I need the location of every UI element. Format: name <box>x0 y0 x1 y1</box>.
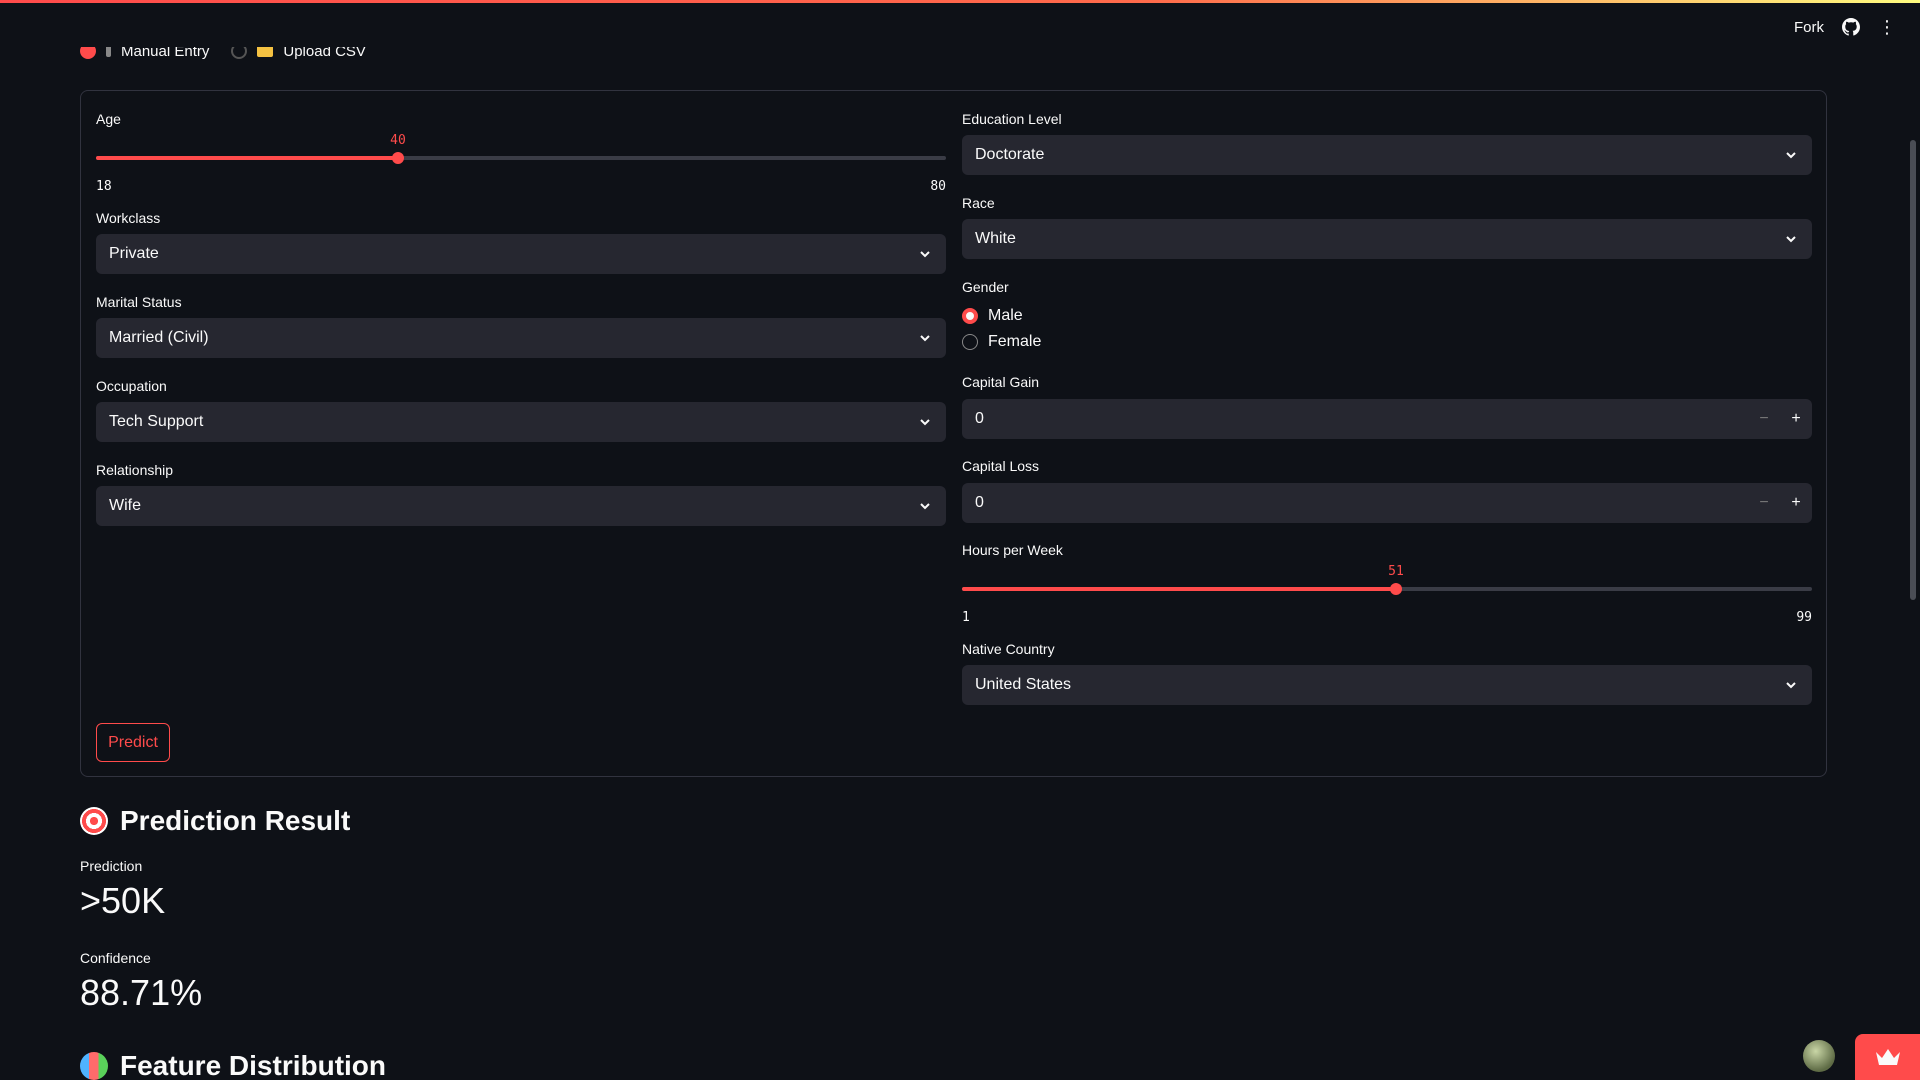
chevron-down-icon <box>1786 236 1796 243</box>
select-value: Tech Support <box>109 413 204 430</box>
page-scrollbar[interactable] <box>1910 140 1916 600</box>
bar-chart-icon <box>80 1052 108 1080</box>
race-label: Race <box>962 195 995 211</box>
workclass-label: Workclass <box>96 210 161 226</box>
occupation-select[interactable]: Tech Support <box>96 402 946 442</box>
workclass-select[interactable]: Private <box>96 234 946 274</box>
slider-max: 99 <box>1796 610 1812 625</box>
capital-gain-input[interactable]: 0 − + <box>962 399 1812 439</box>
education-select[interactable]: Doctorate <box>962 135 1812 175</box>
confidence-metric-value: 88.71% <box>80 972 203 1013</box>
country-label: Native Country <box>962 641 1055 657</box>
kebab-menu-icon[interactable]: ⋮ <box>1878 18 1896 36</box>
feature-distribution-heading: Feature Distribution <box>80 1050 386 1080</box>
slider-value: 40 <box>390 133 406 148</box>
decrement-button[interactable]: − <box>1748 399 1780 439</box>
github-icon[interactable] <box>1842 18 1860 36</box>
marital-status-select[interactable]: Married (Civil) <box>96 318 946 358</box>
predict-button[interactable]: Predict <box>96 723 170 762</box>
radio-selected-icon <box>80 47 96 59</box>
mode-option-label: Manual Entry <box>121 47 210 60</box>
gender-option-female[interactable]: Female <box>962 333 1041 351</box>
country-select[interactable]: United States <box>962 665 1812 705</box>
occupation-label: Occupation <box>96 378 167 394</box>
radio-label: Male <box>988 307 1023 324</box>
prediction-metric-label: Prediction <box>80 858 143 874</box>
top-decoration-bar <box>0 0 1920 3</box>
education-label: Education Level <box>962 111 1062 127</box>
increment-button[interactable]: + <box>1780 399 1812 439</box>
slider-fill <box>96 156 398 160</box>
chevron-down-icon <box>920 503 930 510</box>
crown-icon <box>1875 1049 1900 1065</box>
gender-label: Gender <box>962 279 1009 295</box>
chevron-down-icon <box>920 251 930 258</box>
radio-unselected-icon <box>962 334 978 350</box>
select-value: United States <box>975 676 1072 693</box>
slider-thumb[interactable] <box>1390 583 1402 595</box>
gender-option-male[interactable]: Male <box>962 307 1023 325</box>
number-value: 0 <box>975 494 984 511</box>
capital-loss-label: Capital Loss <box>962 458 1040 474</box>
number-value: 0 <box>975 410 984 427</box>
race-select[interactable]: White <box>962 219 1812 259</box>
slider-min: 18 <box>96 179 112 194</box>
confidence-metric-label: Confidence <box>80 950 151 966</box>
pencil-icon <box>106 47 111 57</box>
mode-option-manual[interactable]: Manual Entry <box>80 47 209 60</box>
marital-status-label: Marital Status <box>96 294 182 310</box>
relationship-select[interactable]: Wife <box>96 486 946 526</box>
target-icon <box>80 807 108 835</box>
app-header-actions: Fork ⋮ <box>1794 18 1896 36</box>
select-value: Private <box>109 245 159 262</box>
slider-min: 1 <box>962 610 970 625</box>
radio-selected-icon <box>962 308 978 324</box>
prediction-metric-value: >50K <box>80 880 166 921</box>
chevron-down-icon <box>1786 152 1796 159</box>
chevron-down-icon <box>920 335 930 342</box>
relationship-label: Relationship <box>96 462 174 478</box>
radio-label: Female <box>988 333 1042 350</box>
heading-text: Prediction Result <box>120 805 351 836</box>
select-value: Doctorate <box>975 146 1045 163</box>
select-value: White <box>975 230 1016 247</box>
folder-icon <box>257 47 274 57</box>
slider-max: 80 <box>930 179 946 194</box>
slider-value: 51 <box>1388 564 1404 579</box>
slider-thumb[interactable] <box>392 152 404 164</box>
decrement-button[interactable]: − <box>1748 483 1780 523</box>
select-value: Wife <box>109 497 141 514</box>
mode-option-upload[interactable]: Upload CSV <box>231 47 366 60</box>
chevron-down-icon <box>920 419 930 426</box>
input-mode-radio: Manual Entry Upload CSV <box>80 47 366 65</box>
capital-gain-label: Capital Gain <box>962 374 1040 390</box>
streamlit-badge[interactable] <box>1855 1034 1920 1080</box>
prediction-result-heading: Prediction Result <box>80 805 350 837</box>
age-slider[interactable]: 40 18 80 <box>96 119 946 194</box>
slider-fill <box>962 587 1396 591</box>
select-value: Married (Civil) <box>109 329 209 346</box>
avatar[interactable] <box>1803 1040 1835 1072</box>
heading-text: Feature Distribution <box>120 1050 387 1080</box>
mode-option-label: Upload CSV <box>283 47 366 60</box>
capital-loss-input[interactable]: 0 − + <box>962 483 1812 523</box>
fork-link[interactable]: Fork <box>1794 19 1824 36</box>
prediction-form: Age 40 18 80 Workclass Private Marital S… <box>80 90 1827 777</box>
increment-button[interactable]: + <box>1780 483 1812 523</box>
hours-slider[interactable]: 51 1 99 <box>962 550 1812 625</box>
chevron-down-icon <box>1786 682 1796 689</box>
radio-unselected-icon <box>231 47 248 59</box>
